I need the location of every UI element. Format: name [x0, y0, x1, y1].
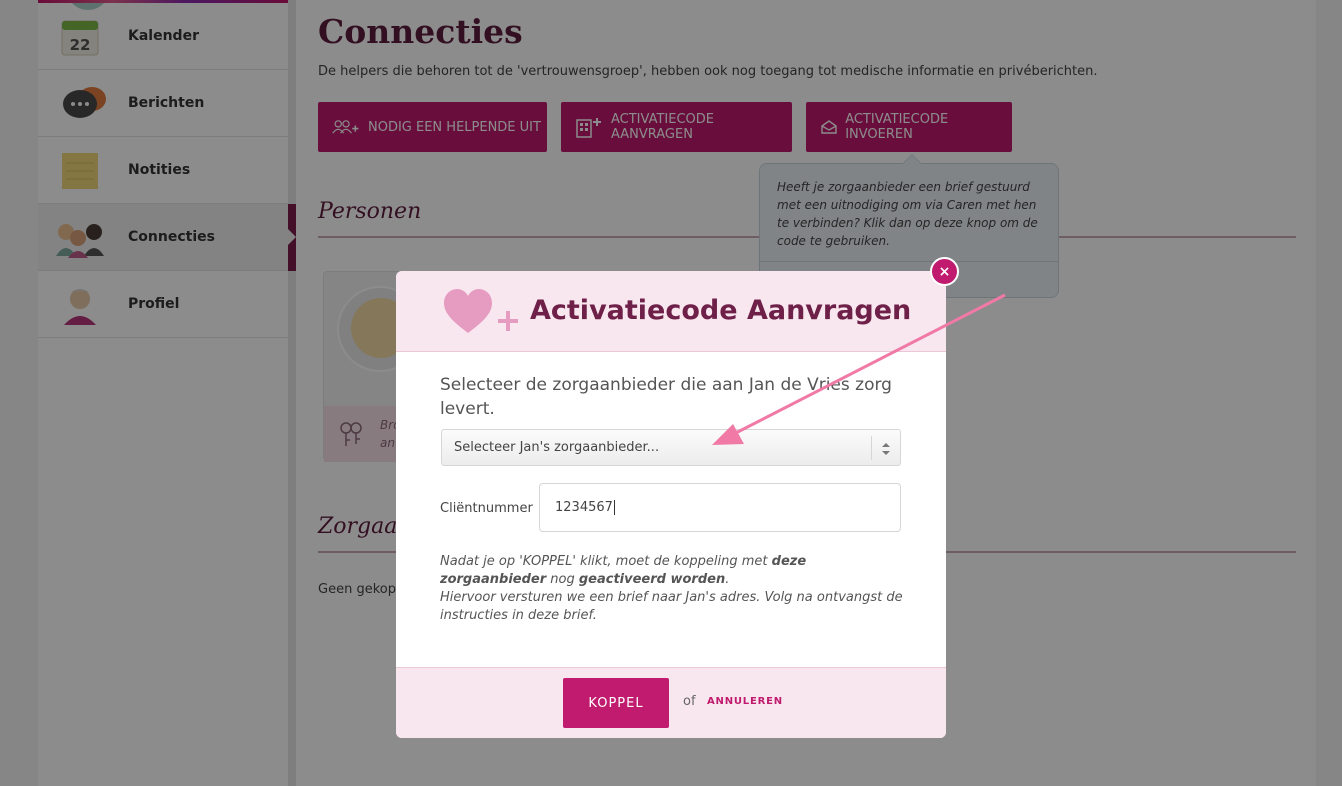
notice-text: nog	[546, 572, 579, 587]
text-cursor	[613, 500, 615, 515]
client-number-text: 1234567	[555, 500, 613, 515]
koppel-button[interactable]: KOPPEL	[563, 678, 669, 728]
notice-text: .	[725, 572, 730, 587]
notice-letter-text: Hiervoor versturen we een brief naar Jan…	[440, 590, 903, 623]
select-arrows-icon	[881, 441, 891, 457]
select-separator	[871, 436, 872, 460]
notice-bold-activated: geactiveerd worden	[578, 572, 726, 587]
modal-body: Selecteer de zorgaanbieder die aan Jan d…	[396, 353, 946, 667]
modal-header: Activatiecode Aanvragen	[396, 271, 946, 352]
provider-select[interactable]: Selecteer Jan's zorgaanbieder...	[441, 429, 901, 466]
close-icon: ×	[938, 263, 951, 280]
heart-plus-icon	[442, 287, 520, 337]
provider-select-value: Selecteer Jan's zorgaanbieder...	[454, 440, 660, 455]
cancel-link[interactable]: ANNULEREN	[707, 696, 783, 707]
modal-footer: KOPPEL of ANNULEREN	[396, 667, 946, 738]
client-number-label: Cliëntnummer	[440, 501, 533, 516]
activation-notice: Nadat je op 'KOPPEL' klikt, moet de kopp…	[440, 553, 905, 625]
modal-prompt: Selecteer de zorgaanbieder die aan Jan d…	[440, 375, 892, 419]
or-text: of	[683, 694, 696, 709]
modal-title: Activatiecode Aanvragen	[530, 295, 912, 326]
notice-text: Nadat je op 'KOPPEL' klikt, moet de kopp…	[440, 554, 772, 569]
request-code-modal: Activatiecode Aanvragen Selecteer de zor…	[396, 271, 946, 738]
client-number-value: 1234567	[555, 484, 615, 531]
client-number-input[interactable]: 1234567	[539, 483, 901, 532]
modal-close-button[interactable]: ×	[930, 257, 959, 286]
